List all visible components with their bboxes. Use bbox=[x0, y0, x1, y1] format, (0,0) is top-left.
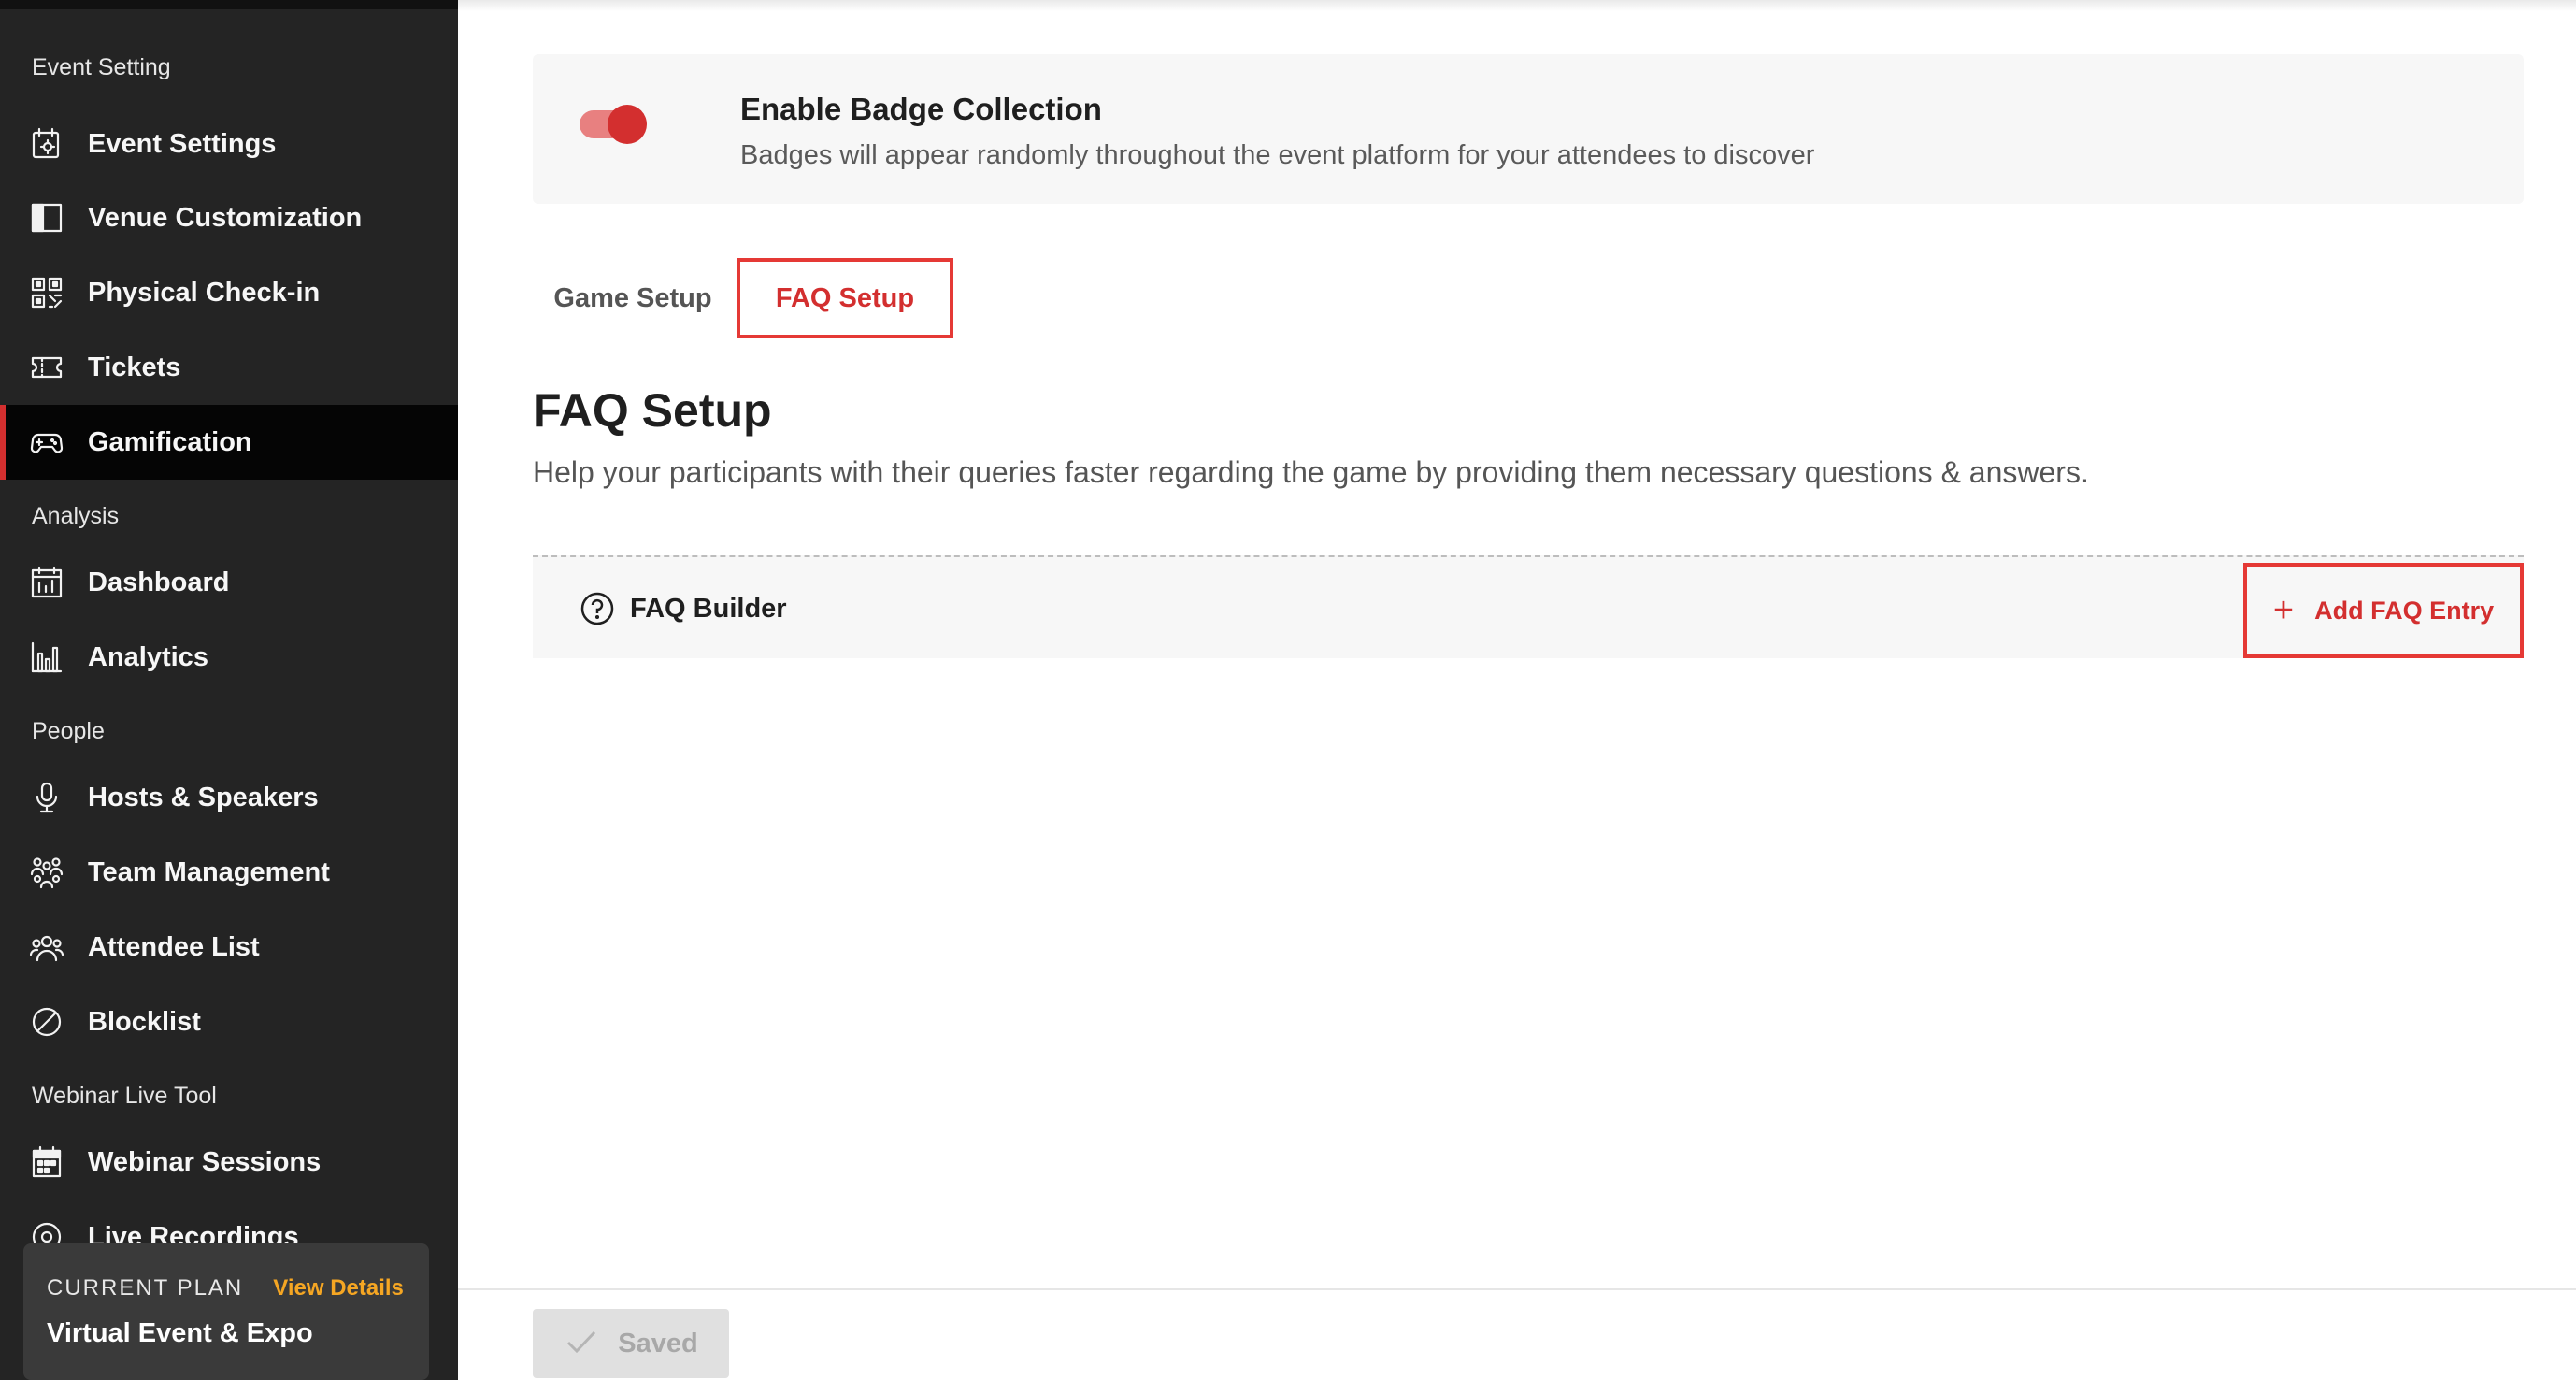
section-label-event-setting: Event Setting bbox=[32, 54, 171, 80]
sidebar-item-label: Tickets bbox=[88, 352, 181, 382]
sidebar-item-label: Gamification bbox=[88, 426, 252, 457]
sidebar-item-venue-customization[interactable]: Venue Customization bbox=[0, 180, 458, 255]
sidebar-item-attendee-list[interactable]: Attendee List bbox=[0, 910, 458, 985]
page-description: Help your participants with their querie… bbox=[533, 455, 2089, 489]
current-plan-card: CURRENT PLAN View Details Virtual Event … bbox=[23, 1243, 429, 1380]
add-faq-entry-label: Add FAQ Entry bbox=[2314, 596, 2495, 625]
users-icon bbox=[30, 930, 64, 964]
page-title: FAQ Setup bbox=[533, 384, 772, 437]
badge-collection-description: Badges will appear randomly throughout t… bbox=[740, 140, 1815, 170]
sidebar-item-label: Physical Check-in bbox=[88, 277, 321, 308]
faq-builder-panel: FAQ Builder + Add FAQ Entry bbox=[533, 555, 2524, 658]
sidebar-item-physical-checkin[interactable]: Physical Check-in bbox=[0, 255, 458, 330]
gamepad-icon bbox=[30, 425, 64, 459]
sidebar-item-team-management[interactable]: Team Management bbox=[0, 835, 458, 910]
microphone-icon bbox=[30, 781, 64, 814]
sidebar-item-label: Attendee List bbox=[88, 931, 260, 962]
sidebar-item-event-settings[interactable]: Event Settings bbox=[0, 107, 458, 181]
plan-label: CURRENT PLAN bbox=[47, 1275, 244, 1301]
tab-faq-setup[interactable]: FAQ Setup bbox=[737, 258, 953, 338]
sidebar-item-label: Blocklist bbox=[88, 1006, 201, 1037]
sidebar: Event Setting Event Settings Venue Custo… bbox=[0, 0, 458, 1380]
calendar-dashboard-icon bbox=[30, 566, 64, 599]
sidebar-item-analytics[interactable]: Analytics bbox=[0, 620, 458, 695]
sidebar-item-blocklist[interactable]: Blocklist bbox=[0, 985, 458, 1059]
ticket-icon bbox=[30, 351, 64, 384]
plus-icon: + bbox=[2272, 591, 2295, 630]
badge-collection-card: Enable Badge Collection Badges will appe… bbox=[533, 54, 2524, 204]
sidebar-item-label: Hosts & Speakers bbox=[88, 782, 319, 812]
checkmark-icon bbox=[564, 1324, 618, 1364]
section-label-people: People bbox=[32, 718, 105, 744]
toggle-knob bbox=[608, 105, 647, 144]
footer-bar: Saved bbox=[458, 1288, 2576, 1380]
sidebar-item-webinar-sessions[interactable]: Webinar Sessions bbox=[0, 1125, 458, 1200]
team-icon bbox=[30, 855, 64, 889]
bar-chart-icon bbox=[30, 640, 64, 674]
qr-code-icon bbox=[30, 276, 64, 309]
tab-game-setup[interactable]: Game Setup bbox=[544, 258, 722, 338]
plan-name: Virtual Event & Expo bbox=[47, 1318, 313, 1348]
badge-collection-title: Enable Badge Collection bbox=[740, 92, 1102, 126]
section-label-analysis: Analysis bbox=[32, 503, 120, 529]
sidebar-item-label: Event Settings bbox=[88, 128, 277, 159]
question-circle-icon bbox=[580, 591, 615, 626]
section-label-webinar: Webinar Live Tool bbox=[32, 1083, 217, 1109]
sidebar-item-hosts-speakers[interactable]: Hosts & Speakers bbox=[0, 760, 458, 835]
calendar-grid-icon bbox=[30, 1145, 64, 1179]
sidebar-item-label: Team Management bbox=[88, 856, 330, 887]
block-icon bbox=[30, 1005, 64, 1039]
calendar-gear-icon bbox=[30, 127, 64, 161]
sidebar-item-tickets[interactable]: Tickets bbox=[0, 330, 458, 405]
main-content: Enable Badge Collection Badges will appe… bbox=[458, 0, 2576, 1380]
sidebar-item-dashboard[interactable]: Dashboard bbox=[0, 545, 458, 620]
layout-panel-icon bbox=[30, 201, 64, 235]
sidebar-item-label: Dashboard bbox=[88, 567, 230, 597]
sidebar-item-label: Venue Customization bbox=[88, 202, 363, 233]
add-faq-entry-button[interactable]: + Add FAQ Entry bbox=[2243, 563, 2524, 658]
sidebar-item-label: Webinar Sessions bbox=[88, 1146, 322, 1177]
sidebar-item-label: Analytics bbox=[88, 641, 208, 672]
badge-collection-toggle[interactable] bbox=[580, 105, 647, 144]
saved-label: Saved bbox=[618, 1328, 698, 1358]
view-details-link[interactable]: View Details bbox=[273, 1275, 404, 1301]
faq-builder-title: FAQ Builder bbox=[630, 594, 787, 624]
saved-button[interactable]: Saved bbox=[533, 1309, 729, 1378]
top-bar-shadow bbox=[458, 0, 2576, 11]
sidebar-item-gamification[interactable]: Gamification bbox=[0, 405, 458, 480]
